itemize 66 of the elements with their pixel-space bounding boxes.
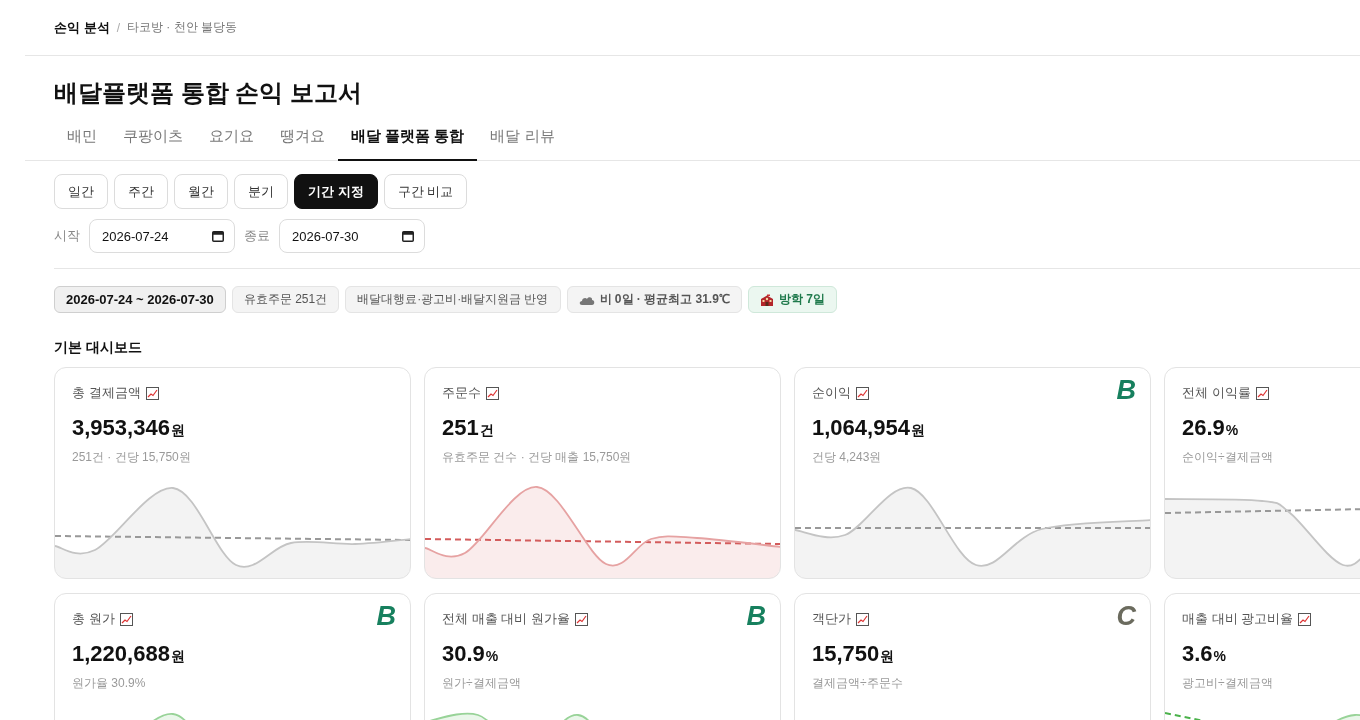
breadcrumb-separator: / [116,20,120,35]
metric-title: 객단가 [812,610,851,628]
calendar-icon[interactable] [212,230,224,242]
metric-note: 251건 · 건당 15,750원 [72,449,191,465]
date-range-tag: 2026-07-24 ~ 2026-07-30 [54,286,226,313]
metric-title: 주문수 [442,384,481,402]
metric-value: 1,220,688원 [72,640,185,668]
metric-value: 3,953,346 원 [72,414,185,442]
metric-note: 결제금액÷주문수 [812,675,903,691]
metric-title: 전체 매출 대비 원가율 [442,610,570,628]
chart-icon [1255,386,1269,400]
period-button[interactable]: 기간 지정 [294,174,378,209]
metric-value: 26.9% [1182,414,1239,442]
period-button[interactable]: 분기 [234,174,288,209]
date-field[interactable]: 2026-07-24 [89,219,235,253]
weather-summary: 비 0일 · 평균최고 31.9℃ [599,291,730,308]
metric-value: 30.9% [442,640,499,668]
metric-value: 1,064,954원 [812,414,925,442]
info-tag: 유효주문 251건 [231,286,340,313]
section-title: 기본 대시보드 [54,338,142,356]
vacation-label: 방학 7일 [778,291,825,308]
metric-note: 건당 4,243원 [812,449,882,465]
chart-icon [145,386,159,400]
grade-letter: B [376,603,396,630]
period-button[interactable]: 구간 비교 [383,174,468,209]
metric-title: 매출 대비 광고비율 [1182,610,1294,628]
metric-title: 총 원가 [72,610,115,628]
chart-icon [856,386,869,400]
metric-title: 전체 이익률 [1182,384,1251,402]
platform-tab[interactable]: 쿠팡이츠 [110,113,196,161]
chart-icon [486,386,499,400]
metric-value: 3.6% [1182,640,1227,668]
period-button[interactable]: 주간 [114,174,168,209]
metric-note: 원가÷결제금액 [442,675,521,691]
chart-icon [574,612,588,626]
chart-icon [1298,612,1312,626]
breadcrumb-link[interactable]: 손익 분석 [54,18,110,37]
cloud-icon [578,294,595,305]
metric-note: 순이익÷결제금액 [1182,449,1273,465]
period-button[interactable]: 일간 [54,174,108,209]
metric-note: 원가율 30.9% [72,675,146,691]
info-tag: 배달대행료·광고비·배달지원금 반영 [345,286,561,313]
school-icon [759,293,774,306]
platform-tab[interactable]: 배민 [54,113,110,161]
metric-title: 순이익 [812,384,851,402]
calendar-icon[interactable] [402,230,414,242]
metric-title: 총 결제금액 [72,384,141,402]
platform-tab[interactable]: 요기요 [196,113,267,161]
grade-letter: C [1116,603,1136,630]
chart-icon [119,612,133,626]
breadcrumb-current: 타코방 · 천안 불당동 [126,19,237,36]
chart-icon [856,612,869,626]
page-title: 배달플랫폼 통합 손익 보고서 [54,78,362,108]
platform-tab[interactable]: 땡겨요 [267,113,338,161]
grade-letter: B [1116,377,1136,404]
metric-value: 251 건 [442,414,494,442]
platform-tab[interactable]: 배달 플랫폼 통합 [338,113,478,161]
metric-value: 15,750원 [812,640,895,668]
metric-note: 유효주문 건수 · 건당 매출 15,750원 [442,449,632,465]
date-field[interactable]: 2026-07-30 [279,219,425,253]
grade-letter: B [746,603,766,630]
platform-tab[interactable]: 배달 리뷰 [477,113,568,161]
date-label: 종료 [244,227,270,245]
period-button[interactable]: 월간 [174,174,228,209]
date-label: 시작 [54,227,80,245]
metric-note: 광고비÷결제금액 [1182,675,1273,691]
